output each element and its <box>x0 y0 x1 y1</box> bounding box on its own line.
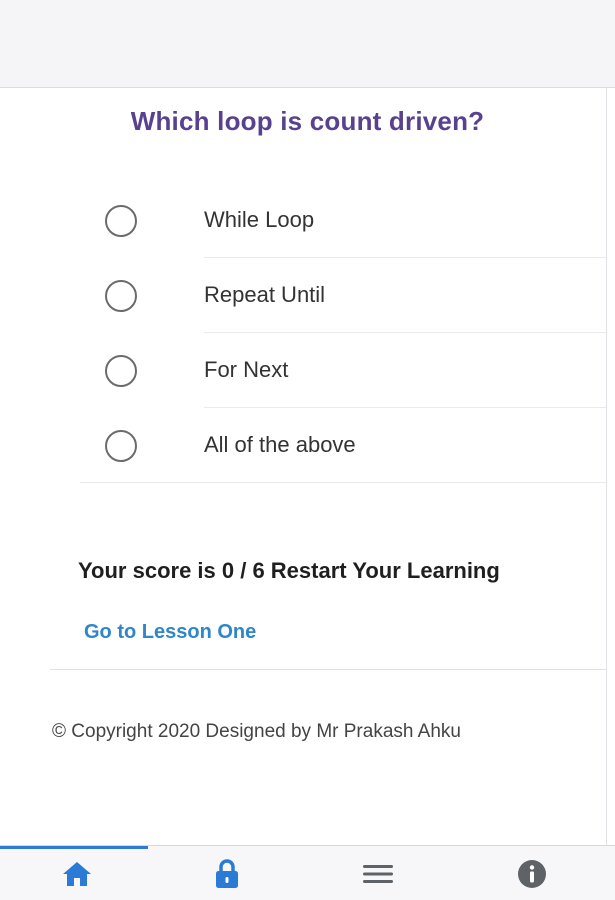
tab-home[interactable] <box>0 846 153 900</box>
answer-options: While Loop Repeat Until For Next All of … <box>0 183 606 483</box>
radio-button[interactable] <box>105 430 137 462</box>
divider <box>80 482 606 483</box>
question-text: Which loop is count driven? <box>130 106 485 136</box>
home-icon <box>62 861 91 886</box>
answer-option[interactable]: Repeat Until <box>0 258 606 333</box>
menu-icon <box>362 864 393 883</box>
radio-button[interactable] <box>105 280 137 312</box>
copyright-text: © Copyright 2020 Designed by Mr Prakash … <box>52 721 461 742</box>
content-edge <box>606 88 607 845</box>
answer-label[interactable]: All of the above <box>204 432 356 458</box>
tab-menu[interactable] <box>301 846 454 900</box>
divider <box>50 669 606 670</box>
info-icon <box>517 859 546 888</box>
answer-option[interactable]: While Loop <box>0 183 606 258</box>
answer-label[interactable]: For Next <box>204 357 288 383</box>
answer-option[interactable]: All of the above <box>0 408 606 483</box>
top-header-bar <box>0 0 615 88</box>
bottom-tab-bar <box>0 845 615 900</box>
go-to-lesson-link[interactable]: Go to Lesson One <box>84 621 256 644</box>
answer-label[interactable]: While Loop <box>204 207 314 233</box>
tab-lock[interactable] <box>150 846 303 900</box>
answer-label[interactable]: Repeat Until <box>204 282 325 308</box>
answer-option[interactable]: For Next <box>0 333 606 408</box>
tab-info[interactable] <box>455 846 608 900</box>
radio-button[interactable] <box>105 355 137 387</box>
score-text: Your score is 0 / 6 Restart Your Learnin… <box>78 558 500 583</box>
lock-icon <box>215 858 238 888</box>
radio-button[interactable] <box>105 205 137 237</box>
